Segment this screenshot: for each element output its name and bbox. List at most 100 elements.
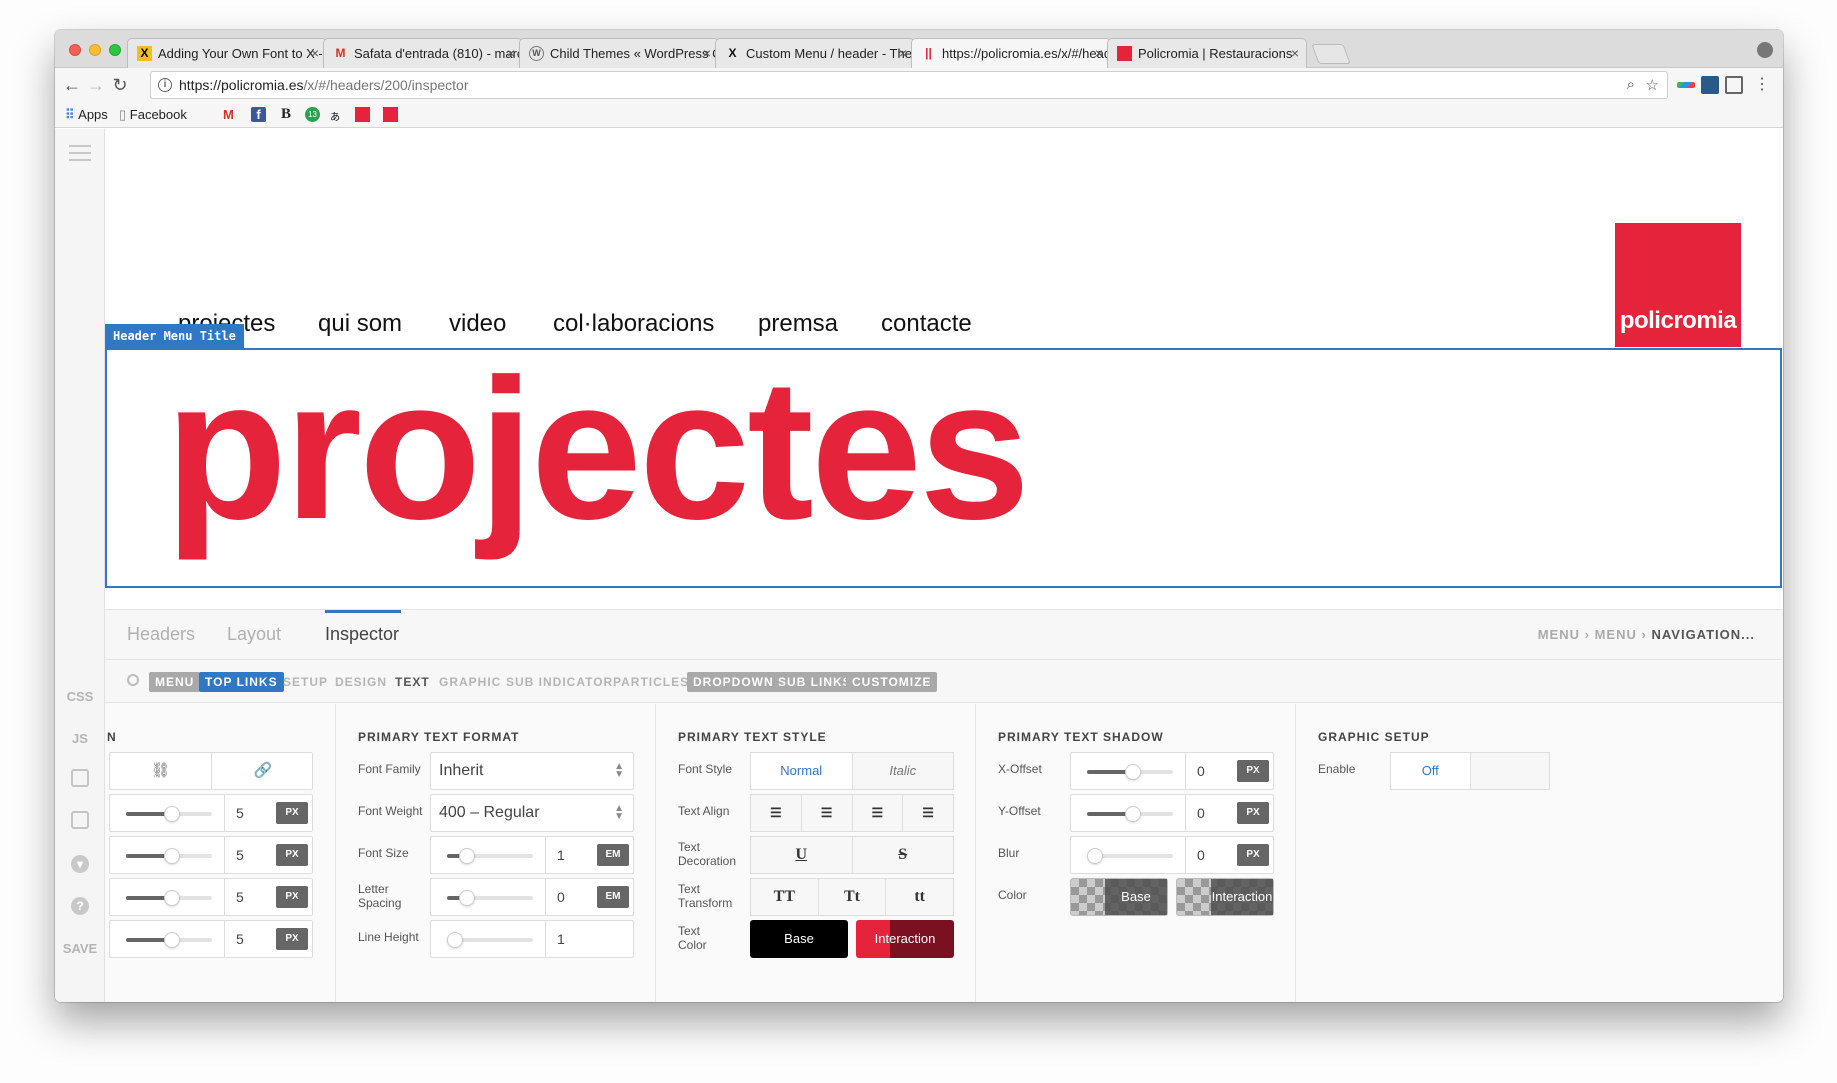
underline-icon[interactable]: U	[751, 837, 853, 873]
device-preview-icon[interactable]	[71, 769, 89, 787]
site-logo[interactable]: policromia	[1615, 223, 1741, 347]
filter-graphic[interactable]: GRAPHIC	[439, 675, 501, 689]
breadcrumb-item[interactable]: MENU	[1595, 627, 1637, 642]
spacing-slider[interactable]	[126, 890, 212, 906]
bookmark-red-icon[interactable]	[355, 107, 370, 122]
tab-layout[interactable]: Layout	[227, 624, 281, 645]
tab-headers[interactable]: Headers	[127, 624, 195, 645]
extension-rainbow-icon[interactable]	[1677, 82, 1695, 88]
search-icon[interactable]	[127, 674, 139, 686]
bookmark-gmail-icon[interactable]: M	[223, 107, 234, 122]
site-info-icon[interactable]: i	[158, 78, 172, 92]
nav-item-qui-som[interactable]: qui som	[318, 310, 402, 338]
nav-item-premsa[interactable]: premsa	[758, 310, 838, 338]
filter-setup[interactable]: SETUP	[283, 675, 328, 689]
css-button[interactable]: CSS	[55, 689, 105, 704]
bookmark-bold-b-icon[interactable]: B	[281, 106, 291, 123]
browser-menu-icon[interactable]: ⋮	[1751, 74, 1773, 96]
text-color-base-button[interactable]: Base	[750, 920, 848, 958]
bookmark-glyph-icon[interactable]: ぁ	[329, 107, 341, 124]
filter-particles[interactable]: PARTICLES	[613, 675, 689, 689]
slider-handle[interactable]	[459, 848, 475, 864]
extension-photo-icon[interactable]	[1701, 76, 1719, 94]
unit-badge[interactable]: PX	[1237, 844, 1269, 866]
nav-item-video[interactable]: video	[449, 310, 506, 338]
link-icon[interactable]: 🔗	[212, 753, 314, 789]
spacing-value[interactable]: 5	[236, 805, 244, 821]
nav-item-collaboracions[interactable]: col·laboracions	[553, 310, 714, 338]
browser-tab[interactable]: ■ Policromia | Restauracions ×	[1107, 38, 1307, 68]
slider-handle[interactable]	[1125, 764, 1141, 780]
slider-handle[interactable]	[164, 932, 180, 948]
bookmark-red-icon[interactable]	[383, 107, 398, 122]
filter-chip-sub-links[interactable]: SUB LINKS	[772, 672, 858, 692]
capitalize-option[interactable]: Tt	[819, 879, 887, 915]
url-text[interactable]: https://policromia.es/x/#/headers/200/in…	[179, 77, 469, 93]
close-tab-icon[interactable]: ×	[311, 39, 319, 68]
selected-element-outline[interactable]: projectes	[105, 348, 1782, 588]
align-justify-icon[interactable]: ☰	[903, 795, 953, 831]
back-icon[interactable]: ←	[61, 74, 83, 96]
forward-icon[interactable]: →	[85, 74, 107, 96]
slider-handle[interactable]	[164, 848, 180, 864]
spacing-slider[interactable]	[126, 848, 212, 864]
unit-badge[interactable]: PX	[276, 802, 308, 824]
align-left-icon[interactable]: ☰	[751, 795, 802, 831]
slider-handle[interactable]	[459, 890, 475, 906]
text-color-interaction-button[interactable]: Interaction	[856, 920, 954, 958]
filter-text[interactable]: TEXT	[395, 675, 430, 689]
font-family-select[interactable]: Inherit ▲ ▼	[430, 752, 634, 790]
slider-handle[interactable]	[447, 932, 463, 948]
font-weight-select[interactable]: 400 – Regular ▲ ▼	[430, 794, 634, 832]
filter-chip-customize[interactable]: CUSTOMIZE	[846, 672, 938, 692]
zoom-icon[interactable]: ⌕	[1627, 76, 1635, 93]
strikethrough-icon[interactable]: S	[853, 837, 954, 873]
slider-handle[interactable]	[1125, 806, 1141, 822]
close-window-button[interactable]	[69, 44, 81, 56]
unit-badge[interactable]: PX	[276, 844, 308, 866]
spacing-value[interactable]: 5	[236, 931, 244, 947]
browser-tab-active[interactable]: || https://policromia.es/x/#/head ×	[911, 38, 1111, 69]
unit-badge[interactable]: PX	[1237, 760, 1269, 782]
font-size-slider[interactable]	[447, 848, 533, 864]
letter-spacing-value[interactable]: 0	[557, 889, 565, 905]
spacing-slider[interactable]	[126, 932, 212, 948]
address-bar[interactable]: i https://policromia.es/x/#/headers/200/…	[150, 71, 1668, 99]
new-tab-button[interactable]	[1311, 44, 1351, 64]
external-link-icon[interactable]	[71, 811, 89, 829]
font-style-italic-option[interactable]: Italic	[853, 753, 954, 789]
maximize-window-button[interactable]	[109, 44, 121, 56]
filter-sub-indicator[interactable]: SUB INDICATOR	[506, 675, 613, 689]
breadcrumb-item-current[interactable]: NAVIGATION...	[1651, 627, 1755, 642]
unit-badge[interactable]: PX	[276, 928, 308, 950]
font-size-value[interactable]: 1	[557, 847, 565, 863]
uppercase-option[interactable]: TT	[751, 879, 819, 915]
lowercase-option[interactable]: tt	[886, 879, 953, 915]
slider-handle[interactable]	[164, 890, 180, 906]
save-button[interactable]: SAVE	[55, 941, 105, 956]
nav-item-contacte[interactable]: contacte	[881, 310, 972, 338]
blur-value[interactable]: 0	[1197, 847, 1205, 863]
line-height-value[interactable]: 1	[557, 931, 565, 947]
filter-chip-top-links[interactable]: TOP LINKS	[199, 672, 284, 692]
reload-icon[interactable]: ↻	[109, 74, 131, 96]
align-right-icon[interactable]: ☰	[853, 795, 904, 831]
slider-handle[interactable]	[1087, 848, 1103, 864]
close-tab-icon[interactable]: ×	[1095, 39, 1103, 68]
unit-badge[interactable]: EM	[597, 886, 629, 908]
profile-icon[interactable]	[1757, 42, 1773, 58]
graphic-on-option[interactable]	[1471, 753, 1550, 789]
bookmark-apps[interactable]: ⠿ Apps	[65, 107, 108, 123]
filter-chip-menu[interactable]: MENU	[149, 672, 201, 692]
close-tab-icon[interactable]: ×	[899, 39, 907, 68]
help-icon[interactable]: ?	[71, 897, 89, 915]
spacing-value[interactable]: 5	[236, 847, 244, 863]
y-offset-value[interactable]: 0	[1197, 805, 1205, 821]
browser-tab[interactable]: X Adding Your Own Font to X - 3 ×	[127, 38, 327, 68]
align-center-icon[interactable]: ☰	[802, 795, 853, 831]
x-offset-value[interactable]: 0	[1197, 763, 1205, 779]
filter-chip-dropdown[interactable]: DROPDOWN	[687, 672, 780, 692]
unlink-icon[interactable]: ⛓	[110, 753, 212, 789]
letter-spacing-slider[interactable]	[447, 890, 533, 906]
slider-handle[interactable]	[164, 806, 180, 822]
